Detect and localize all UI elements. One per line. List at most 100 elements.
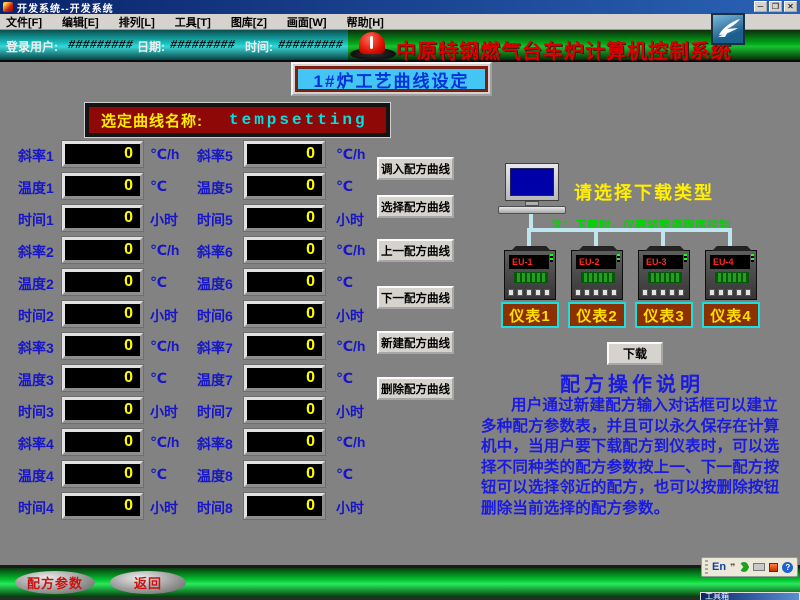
- curve-name-label: 选定曲线名称:: [101, 110, 203, 131]
- param-value-box[interactable]: 0: [62, 301, 143, 327]
- ime-tool-icon[interactable]: [769, 563, 778, 572]
- instructions-line: 机中，当用户要下载配方到仪表时，可以选: [481, 437, 800, 458]
- param-value-box[interactable]: 0: [244, 365, 325, 391]
- param-value-box[interactable]: 0: [244, 141, 325, 167]
- param-value-box[interactable]: 0: [62, 141, 143, 167]
- param-label: 温度5: [197, 178, 233, 198]
- download-button[interactable]: 下载: [607, 342, 663, 365]
- recipe-button-0[interactable]: 调入配方曲线: [377, 157, 454, 180]
- param-unit: 小时: [336, 402, 364, 422]
- toolbox-window-titlebar[interactable]: 工具箱: [700, 592, 800, 600]
- param-label: 时间2: [18, 306, 54, 326]
- param-value-box[interactable]: 0: [62, 237, 143, 263]
- back-button[interactable]: 返回: [110, 571, 186, 594]
- param-value-box[interactable]: 0: [62, 365, 143, 391]
- param-unit: ℃/h: [150, 146, 179, 163]
- param-unit: 小时: [336, 210, 364, 230]
- param-value-box[interactable]: 0: [62, 493, 143, 519]
- param-value-box[interactable]: 0: [244, 429, 325, 455]
- meter-button-4[interactable]: 仪表4: [702, 302, 760, 328]
- param-value-box[interactable]: 0: [244, 237, 325, 263]
- param-value-box[interactable]: 0: [244, 333, 325, 359]
- param-unit: 小时: [336, 498, 364, 518]
- minimize-button[interactable]: ─: [754, 1, 767, 12]
- meter-button-1[interactable]: 仪表1: [501, 302, 559, 328]
- recipe-button-1[interactable]: 选择配方曲线: [377, 195, 454, 218]
- param-unit: 小时: [150, 210, 178, 230]
- meter-button-2[interactable]: 仪表2: [568, 302, 626, 328]
- param-value-box[interactable]: 0: [244, 173, 325, 199]
- download-type-prompt: 请选择下载类型: [574, 179, 714, 205]
- recipe-params-button[interactable]: 配方参数: [15, 571, 95, 594]
- param-value-box[interactable]: 0: [244, 493, 325, 519]
- recipe-button-5[interactable]: 删除配方曲线: [377, 377, 454, 400]
- status-strip: 登录用户: ######### 日期: ######### 时间: ######…: [0, 30, 348, 62]
- page-subtitle-panel: 1#炉工艺曲线设定: [291, 62, 492, 96]
- param-label: 斜率4: [18, 434, 54, 454]
- company-logo-icon: [711, 13, 745, 45]
- param-label: 时间3: [18, 402, 54, 422]
- menu-item-4[interactable]: 图库[Z]: [231, 14, 267, 30]
- param-value-box[interactable]: 0: [244, 301, 325, 327]
- menu-item-3[interactable]: 工具[T]: [175, 14, 211, 30]
- param-label: 时间4: [18, 498, 54, 518]
- restore-button[interactable]: ❐: [769, 1, 782, 12]
- param-label: 温度8: [197, 466, 233, 486]
- curve-name-panel: 选定曲线名称: tempsetting: [85, 103, 390, 137]
- keyboard-icon[interactable]: [753, 563, 765, 571]
- param-row: 时间30小时时间70小时: [0, 397, 460, 423]
- recipe-button-2[interactable]: 上一配方曲线: [377, 239, 454, 262]
- param-unit: ℃: [336, 178, 353, 195]
- param-unit: 小时: [150, 402, 178, 422]
- footer-bar: 配方参数 返回: [0, 568, 800, 597]
- param-label: 温度2: [18, 274, 54, 294]
- param-unit: 小时: [150, 306, 178, 326]
- param-row: 温度40℃温度80℃: [0, 461, 460, 487]
- ime-quotes-icon[interactable]: ❞: [730, 562, 735, 573]
- menu-item-1[interactable]: 编辑[E]: [62, 14, 99, 30]
- param-value-box[interactable]: 0: [244, 269, 325, 295]
- param-value-box[interactable]: 0: [244, 461, 325, 487]
- menu-item-2[interactable]: 排列[L]: [119, 14, 155, 30]
- app-icon: [3, 2, 13, 12]
- param-value-box[interactable]: 0: [62, 173, 143, 199]
- computer-base-icon: [498, 206, 566, 214]
- window-title: 开发系统--开发系统: [17, 0, 114, 15]
- drag-grip-icon[interactable]: [705, 560, 708, 574]
- param-value-box[interactable]: 0: [62, 205, 143, 231]
- meter-button-3[interactable]: 仪表3: [635, 302, 693, 328]
- menu-item-6[interactable]: 帮助[H]: [347, 14, 384, 30]
- param-label: 温度3: [18, 370, 54, 390]
- param-unit: ℃: [150, 370, 167, 387]
- menu-item-5[interactable]: 画面[W]: [287, 14, 327, 30]
- param-value-box[interactable]: 0: [244, 397, 325, 423]
- param-value-box[interactable]: 0: [62, 429, 143, 455]
- instructions-line: 钮可以选择邻近的配方，也可以按删除按钮: [481, 478, 800, 499]
- instructions-line: 用户通过新建配方输入对话框可以建立: [481, 396, 800, 417]
- recipe-button-3[interactable]: 下一配方曲线: [377, 286, 454, 309]
- param-row: 时间40小时时间80小时: [0, 493, 460, 519]
- param-value-box[interactable]: 0: [244, 205, 325, 231]
- param-value-box[interactable]: 0: [62, 333, 143, 359]
- help-icon[interactable]: ?: [782, 562, 793, 573]
- param-value-box[interactable]: 0: [62, 461, 143, 487]
- date-value: #########: [170, 38, 235, 52]
- param-label: 时间1: [18, 210, 54, 230]
- param-unit: ℃/h: [336, 242, 365, 259]
- param-value-box[interactable]: 0: [62, 397, 143, 423]
- param-unit: ℃: [150, 274, 167, 291]
- menu-item-0[interactable]: 文件[F]: [6, 14, 42, 30]
- param-unit: ℃: [150, 178, 167, 195]
- title-bar[interactable]: 开发系统--开发系统 ─ ❐ ✕: [0, 0, 800, 14]
- param-label: 斜率1: [18, 146, 54, 166]
- recipe-button-4[interactable]: 新建配方曲线: [377, 331, 454, 354]
- instrument-icon: EU-4: [705, 250, 757, 300]
- instrument-display: EU-1: [509, 255, 549, 269]
- ime-mode-icon[interactable]: [739, 562, 749, 572]
- param-unit: ℃/h: [150, 434, 179, 451]
- param-value-box[interactable]: 0: [62, 269, 143, 295]
- curve-name-value: tempsetting: [229, 111, 368, 129]
- language-indicator[interactable]: En: [712, 561, 726, 573]
- close-button[interactable]: ✕: [784, 1, 797, 12]
- param-label: 温度6: [197, 274, 233, 294]
